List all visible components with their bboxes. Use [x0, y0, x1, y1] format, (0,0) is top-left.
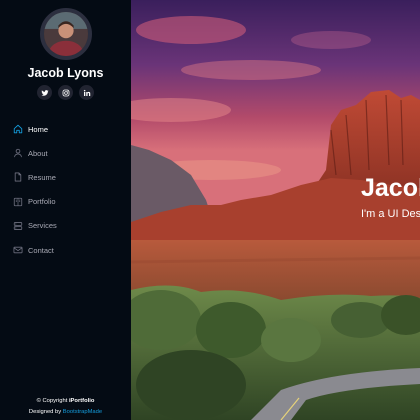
designer-link[interactable]: BootstrapMade: [63, 409, 102, 415]
nav-item-services[interactable]: Services: [13, 214, 128, 238]
nav-label: Resume: [28, 172, 56, 182]
person-icon: [13, 148, 23, 158]
nav-item-portfolio[interactable]: Portfolio: [13, 190, 128, 214]
hero-section: Jacob Lyons I'm a UI Designer: [131, 0, 420, 420]
copyright-prefix: © Copyright: [36, 398, 68, 404]
linkedin-icon: [83, 89, 90, 96]
instagram-link[interactable]: [58, 85, 73, 100]
twitter-icon: [41, 89, 48, 96]
nav-label: Home: [28, 124, 49, 134]
book-icon: [13, 197, 23, 207]
twitter-link[interactable]: [37, 85, 52, 100]
nav-item-resume[interactable]: Resume: [13, 165, 128, 189]
sidebar-footer: © Copyright iPortfolio Designed by Boots…: [0, 396, 131, 417]
designed-by-prefix: Designed by: [28, 408, 62, 415]
sidebar: Jacob Lyons Home About Resume Portfolio …: [0, 0, 131, 420]
nav-label: Portfolio: [28, 197, 56, 207]
linkedin-link[interactable]: [79, 85, 94, 100]
nav-item-about[interactable]: About: [13, 141, 128, 165]
profile-photo: [44, 12, 88, 56]
main-nav: Home About Resume Portfolio Services Con…: [13, 117, 128, 262]
nav-item-contact[interactable]: Contact: [13, 238, 128, 262]
hero-title: Jacob Lyons: [361, 174, 420, 202]
profile-name[interactable]: Jacob Lyons: [0, 66, 131, 80]
copyright-line: © Copyright iPortfolio: [0, 396, 131, 407]
nav-label: Services: [28, 221, 57, 231]
avatar[interactable]: [40, 8, 92, 60]
nav-label: Contact: [28, 245, 54, 255]
nav-label: About: [28, 148, 48, 158]
home-icon: [13, 124, 23, 134]
nav-item-home[interactable]: Home: [13, 117, 128, 141]
file-icon: [13, 172, 23, 182]
server-icon: [13, 221, 23, 231]
envelope-icon: [13, 245, 23, 255]
hero-subtitle: I'm a UI Designer: [361, 208, 420, 220]
instagram-icon: [62, 89, 69, 96]
brand-name: iPortfolio: [68, 398, 95, 404]
social-links: [0, 85, 131, 100]
credits-line: Designed by BootstrapMade: [0, 407, 131, 418]
